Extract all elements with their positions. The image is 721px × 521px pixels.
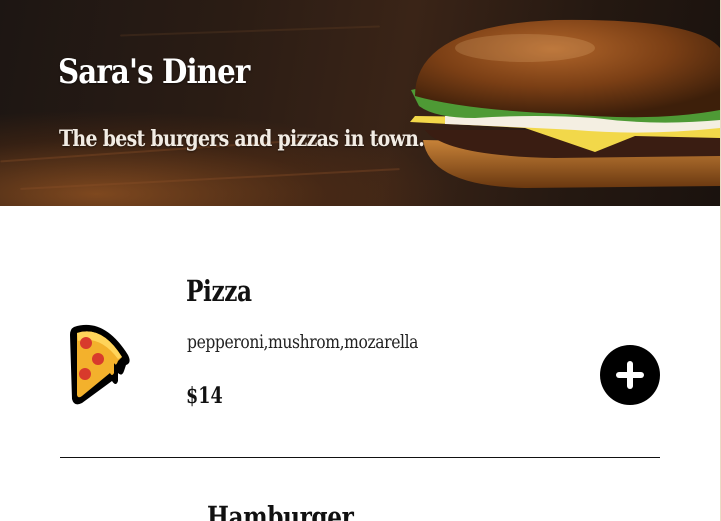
page: Sara's Diner The best burgers and pizzas…: [0, 0, 721, 521]
menu-item-price: $14: [186, 383, 223, 409]
wood-background: [0, 110, 460, 206]
hero-banner: Sara's Diner The best burgers and pizzas…: [0, 0, 720, 206]
menu-item-name: Pizza: [186, 274, 252, 308]
burger-image: [410, 19, 720, 188]
pizza-slice-icon: [70, 324, 130, 405]
page-subtitle: The best burgers and pizzas in town.: [59, 126, 425, 152]
menu-item-name: Hamburger: [207, 500, 354, 521]
divider: [60, 457, 660, 458]
add-to-order-button[interactable]: [600, 345, 660, 405]
page-title: Sara's Diner: [58, 52, 250, 92]
menu-item-ingredients: pepperoni,mushrom,mozarella: [187, 331, 419, 353]
wood-grain: [120, 25, 380, 37]
